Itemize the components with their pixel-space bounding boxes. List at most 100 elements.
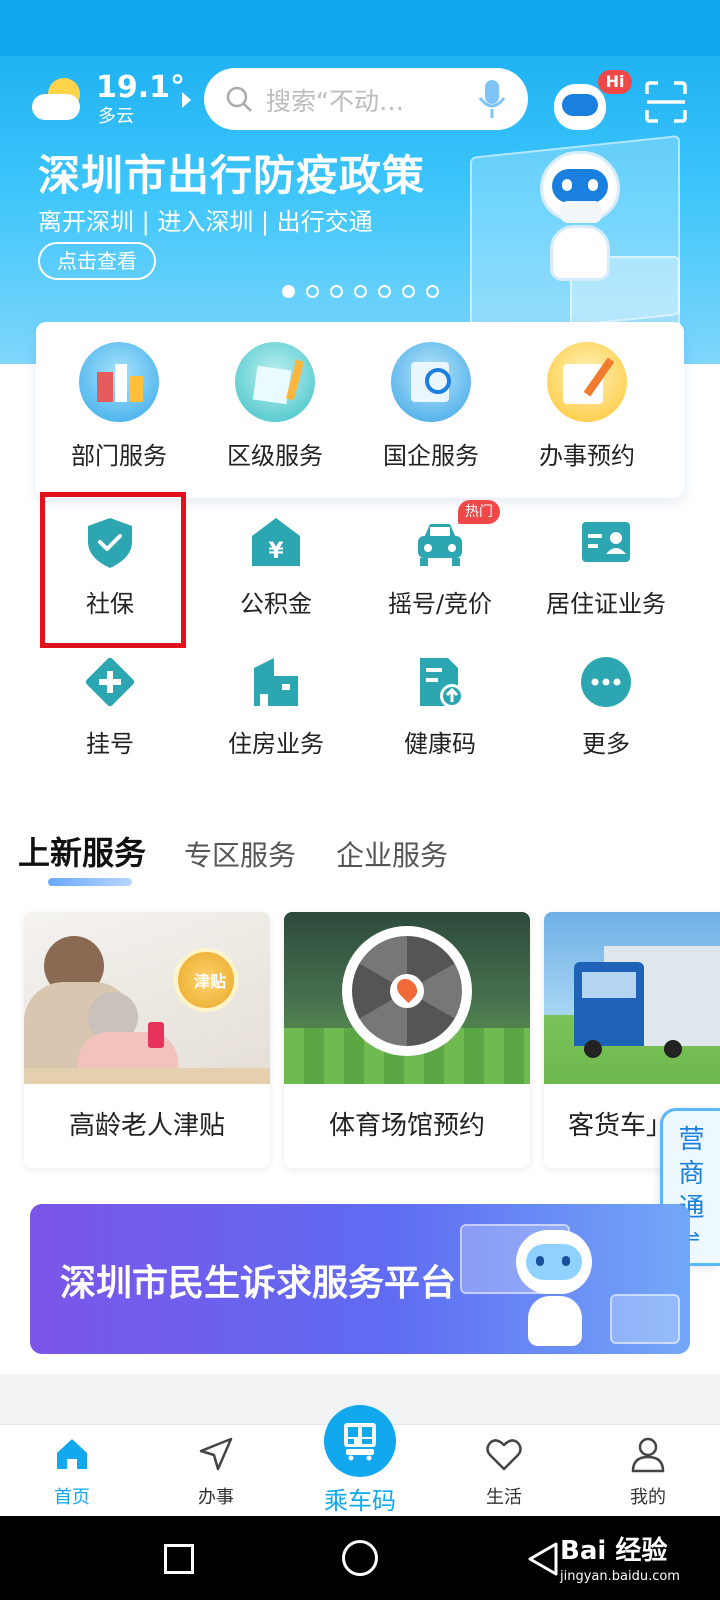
soe-icon <box>391 342 471 422</box>
grid-label: 住房业务 <box>228 730 324 758</box>
search-icon <box>226 86 252 112</box>
heart-icon <box>486 1439 522 1471</box>
grid-item-more[interactable]: 更多 <box>526 654 686 759</box>
scan-icon[interactable] <box>644 80 688 124</box>
assistant-robot-button[interactable]: Hi <box>552 70 632 132</box>
promo-robot-illustration <box>510 1230 600 1350</box>
grid-item-registration[interactable]: 挂号 <box>30 654 190 759</box>
service-card-label: 体育场馆预约 <box>328 1111 485 1141</box>
service-card-label: 高龄老人津贴 <box>68 1111 225 1141</box>
weather-description: 多云 <box>98 106 134 127</box>
svg-text:¥: ¥ <box>268 539 284 564</box>
nav-tasks[interactable]: 办事 <box>156 1435 276 1509</box>
carousel-dots <box>282 285 442 299</box>
house-yuan-icon: ¥ <box>252 518 300 566</box>
robot-mascot-illustration <box>530 151 630 301</box>
quick-service-label: 区级服务 <box>227 442 323 470</box>
grid-label: 居住证业务 <box>546 590 666 618</box>
sports-venue-image <box>284 912 530 1084</box>
carousel-dot[interactable] <box>378 285 391 298</box>
nav-label: 办事 <box>198 1487 234 1508</box>
system-navigation-bar: Bai 经验 jingyan.baidu.com <box>0 1516 720 1600</box>
quick-service-label: 国企服务 <box>383 442 479 470</box>
grid-item-residence-permit[interactable]: 居住证业务 <box>526 514 686 619</box>
partly-cloudy-icon <box>30 72 88 128</box>
promo-title: 深圳市民生诉求服务平台 <box>60 1263 457 1304</box>
promo-banner[interactable]: 深圳市民生诉求服务平台 <box>30 1204 690 1354</box>
grid-label: 摇号/竞价 <box>387 590 493 618</box>
district-icon <box>235 342 315 422</box>
banner-title: 深圳市出行防疫政策 <box>38 151 426 200</box>
grid-label: 健康码 <box>404 730 476 758</box>
carousel-dot[interactable] <box>402 285 415 298</box>
grid-item-housing-fund[interactable]: ¥ 公积金 <box>196 514 356 619</box>
grid-label: 挂号 <box>86 730 134 758</box>
nav-mine[interactable]: 我的 <box>588 1435 708 1509</box>
quick-service-district[interactable]: 区级服务 <box>200 342 350 471</box>
service-card-sports-venue[interactable]: 体育场馆预约 <box>284 912 530 1168</box>
carousel-dot[interactable] <box>426 285 439 298</box>
hi-badge: Hi <box>598 70 632 94</box>
medical-cross-icon <box>85 657 135 707</box>
quick-service-soe[interactable]: 国企服务 <box>356 342 506 471</box>
grid-item-health-code[interactable]: 健康码 <box>360 654 520 759</box>
nav-home[interactable]: 首页 <box>12 1435 132 1509</box>
quick-service-label: 部门服务 <box>71 442 167 470</box>
quick-service-appointment[interactable]: 办事预约 <box>512 342 662 471</box>
carousel-dot-active[interactable] <box>282 285 295 298</box>
home-icon <box>57 1439 87 1469</box>
quick-services-card: 部门服务 区级服务 国企服务 办事预约 <box>36 322 684 498</box>
health-code-icon <box>420 658 464 708</box>
weather-widget[interactable]: 19.1° 多云 <box>30 70 200 132</box>
allowance-coin-text: 津贴 <box>193 972 226 991</box>
search-placeholder: 搜索“不动… <box>266 87 404 116</box>
buildings-icon <box>254 658 298 706</box>
back-button[interactable] <box>526 1540 560 1578</box>
hot-badge: 热门 <box>458 500 500 524</box>
weather-temperature: 19.1° <box>96 70 186 105</box>
nav-label: 我的 <box>630 1487 666 1508</box>
nav-life[interactable]: 生活 <box>444 1435 564 1509</box>
weather-arrow-icon <box>182 92 191 108</box>
microphone-icon[interactable] <box>476 78 508 120</box>
search-bar[interactable]: 搜索“不动… <box>204 68 528 130</box>
quick-service-department[interactable]: 部门服务 <box>44 342 194 471</box>
quick-service-label: 办事预约 <box>539 442 635 470</box>
promo-decoration <box>610 1294 680 1344</box>
qr-code-icon <box>324 1405 396 1477</box>
nav-label: 生活 <box>486 1487 522 1508</box>
truck-image <box>544 912 720 1084</box>
nav-ride-code[interactable]: 乘车码 <box>300 1405 420 1516</box>
grid-item-lottery-bidding[interactable]: 热门 摇号/竞价 <box>360 500 520 619</box>
service-card-elderly-allowance[interactable]: 津贴 高龄老人津贴 <box>24 912 270 1168</box>
carousel-dot[interactable] <box>330 285 343 298</box>
department-icon <box>79 342 159 422</box>
nav-label: 首页 <box>54 1487 90 1508</box>
home-button[interactable] <box>342 1540 378 1576</box>
user-icon <box>631 1437 665 1473</box>
tab-label: 上新服务 <box>18 834 147 872</box>
bottom-navigation: 首页 办事 乘车码 生活 我的 <box>0 1405 720 1516</box>
tab-zone-services[interactable]: 专区服务 <box>184 834 296 874</box>
watermark-subtext: jingyan.baidu.com <box>560 1569 680 1584</box>
banner-carousel[interactable]: 19.1° 多云 搜索“不动… Hi 深圳市出行防疫政策 离开深圳 | 进入深圳… <box>0 56 720 364</box>
grid-label: 公积金 <box>240 590 312 618</box>
tab-enterprise-services[interactable]: 企业服务 <box>336 834 448 874</box>
highlight-box <box>40 492 186 648</box>
tab-new-services[interactable]: 上新服务 <box>18 828 146 886</box>
send-arrow-icon <box>199 1437 233 1471</box>
grid-item-housing-business[interactable]: 住房业务 <box>196 654 356 759</box>
nav-label: 乘车码 <box>324 1487 396 1515</box>
id-card-icon <box>582 522 630 562</box>
recent-apps-button[interactable] <box>164 1544 194 1574</box>
status-bar <box>0 0 720 56</box>
watermark-text: Bai 经验 <box>560 1536 668 1566</box>
banner-subtitle: 离开深圳 | 进入深圳 | 出行交通 <box>38 208 373 236</box>
grid-label: 更多 <box>582 730 630 758</box>
active-tab-indicator <box>48 878 132 886</box>
banner-view-button[interactable]: 点击查看 <box>38 242 156 280</box>
carousel-dot[interactable] <box>306 285 319 298</box>
carousel-dot[interactable] <box>354 285 367 298</box>
baidu-watermark: Bai 经验 jingyan.baidu.com <box>560 1530 720 1590</box>
more-dots-icon <box>581 657 631 707</box>
